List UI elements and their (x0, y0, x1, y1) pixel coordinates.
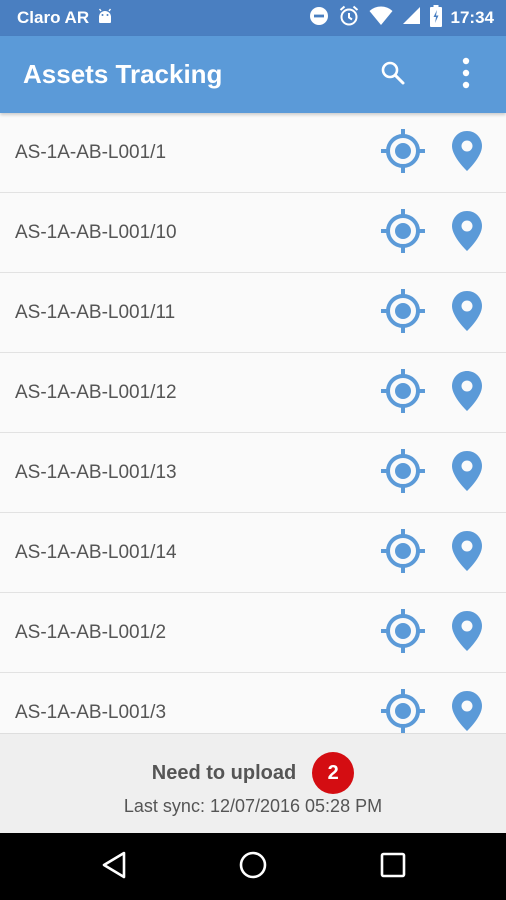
map-pin-icon (451, 690, 483, 734)
clock-time: 17:34 (450, 8, 494, 27)
asset-id-label: AS-1A-AB-L001/14 (15, 542, 177, 563)
status-bar: Claro AR 17:34 (0, 0, 506, 36)
map-pin-icon (451, 530, 483, 577)
locate-asset-button[interactable] (379, 367, 427, 420)
asset-id-label: AS-1A-AB-L001/10 (15, 222, 177, 243)
home-icon (238, 850, 268, 885)
show-on-map-button[interactable] (449, 370, 485, 417)
asset-row[interactable]: AS-1A-AB-L001/2 (0, 593, 506, 673)
map-pin-icon (451, 210, 483, 257)
gps-target-icon (379, 127, 427, 180)
asset-id-label: AS-1A-AB-L001/1 (15, 142, 167, 163)
asset-id-label: AS-1A-AB-L001/12 (15, 382, 177, 403)
search-icon (380, 60, 406, 91)
locate-asset-button[interactable] (379, 527, 427, 580)
gps-target-icon (379, 207, 427, 260)
gps-target-icon (379, 687, 427, 734)
map-pin-icon (451, 290, 483, 337)
gps-target-icon (379, 367, 427, 420)
gps-target-icon (379, 287, 427, 340)
locate-asset-button[interactable] (379, 447, 427, 500)
asset-row[interactable]: AS-1A-AB-L001/14 (0, 513, 506, 593)
asset-id-label: AS-1A-AB-L001/13 (15, 462, 177, 483)
show-on-map-button[interactable] (449, 690, 485, 734)
asset-id-label: AS-1A-AB-L001/11 (15, 302, 176, 323)
show-on-map-button[interactable] (449, 530, 485, 577)
home-button[interactable] (234, 848, 272, 886)
gps-target-icon (379, 447, 427, 500)
upload-status-footer: Need to upload 2 Last sync: 12/07/2016 0… (0, 733, 506, 833)
show-on-map-button[interactable] (449, 290, 485, 337)
carrier-name: Claro AR (17, 8, 90, 27)
search-button[interactable] (376, 58, 410, 92)
signal-icon (402, 6, 421, 30)
app-bar: Assets Tracking (0, 36, 506, 113)
upload-label: Need to upload (151, 761, 297, 784)
asset-row[interactable]: AS-1A-AB-L001/10 (0, 193, 506, 273)
show-on-map-button[interactable] (449, 610, 485, 657)
upload-count-badge: 2 (312, 752, 355, 794)
locate-asset-button[interactable] (379, 607, 427, 660)
gps-target-icon (379, 607, 427, 660)
app-title: Assets Tracking (23, 59, 223, 89)
show-on-map-button[interactable] (449, 210, 485, 257)
locate-asset-button[interactable] (379, 207, 427, 260)
alarm-icon (338, 5, 360, 32)
wifi-icon (369, 6, 393, 31)
asset-id-label: AS-1A-AB-L001/3 (15, 702, 167, 723)
asset-row[interactable]: AS-1A-AB-L001/13 (0, 433, 506, 513)
show-on-map-button[interactable] (449, 450, 485, 497)
gps-target-icon (379, 527, 427, 580)
asset-row[interactable]: AS-1A-AB-L001/11 (0, 273, 506, 353)
locate-asset-button[interactable] (379, 287, 427, 340)
asset-row[interactable]: AS-1A-AB-L001/3 (0, 673, 506, 733)
recents-icon (380, 852, 406, 883)
asset-id-label: AS-1A-AB-L001/2 (15, 622, 167, 643)
upload-status-row[interactable]: Need to upload 2 (0, 752, 506, 794)
back-icon (101, 851, 127, 884)
last-sync-text: Last sync: 12/07/2016 05:28 PM (123, 796, 383, 816)
map-pin-icon (451, 370, 483, 417)
status-icons: 17:34 (309, 4, 494, 32)
show-on-map-button[interactable] (449, 130, 485, 177)
asset-row[interactable]: AS-1A-AB-L001/1 (0, 113, 506, 193)
map-pin-icon (451, 130, 483, 177)
locate-asset-button[interactable] (379, 127, 427, 180)
map-pin-icon (451, 610, 483, 657)
android-icon (97, 8, 113, 29)
battery-charging-icon (429, 4, 442, 32)
asset-list[interactable]: AS-1A-AB-L001/1 AS-1A-AB-L001/10 AS-1A-A… (0, 113, 506, 733)
recents-button[interactable] (374, 848, 412, 886)
map-pin-icon (451, 450, 483, 497)
back-button[interactable] (95, 848, 133, 886)
more-vert-icon (462, 57, 470, 94)
overflow-menu-button[interactable] (452, 56, 480, 94)
do-not-disturb-icon (309, 6, 329, 31)
system-nav-bar (0, 833, 506, 900)
asset-row[interactable]: AS-1A-AB-L001/12 (0, 353, 506, 433)
locate-asset-button[interactable] (379, 687, 427, 734)
